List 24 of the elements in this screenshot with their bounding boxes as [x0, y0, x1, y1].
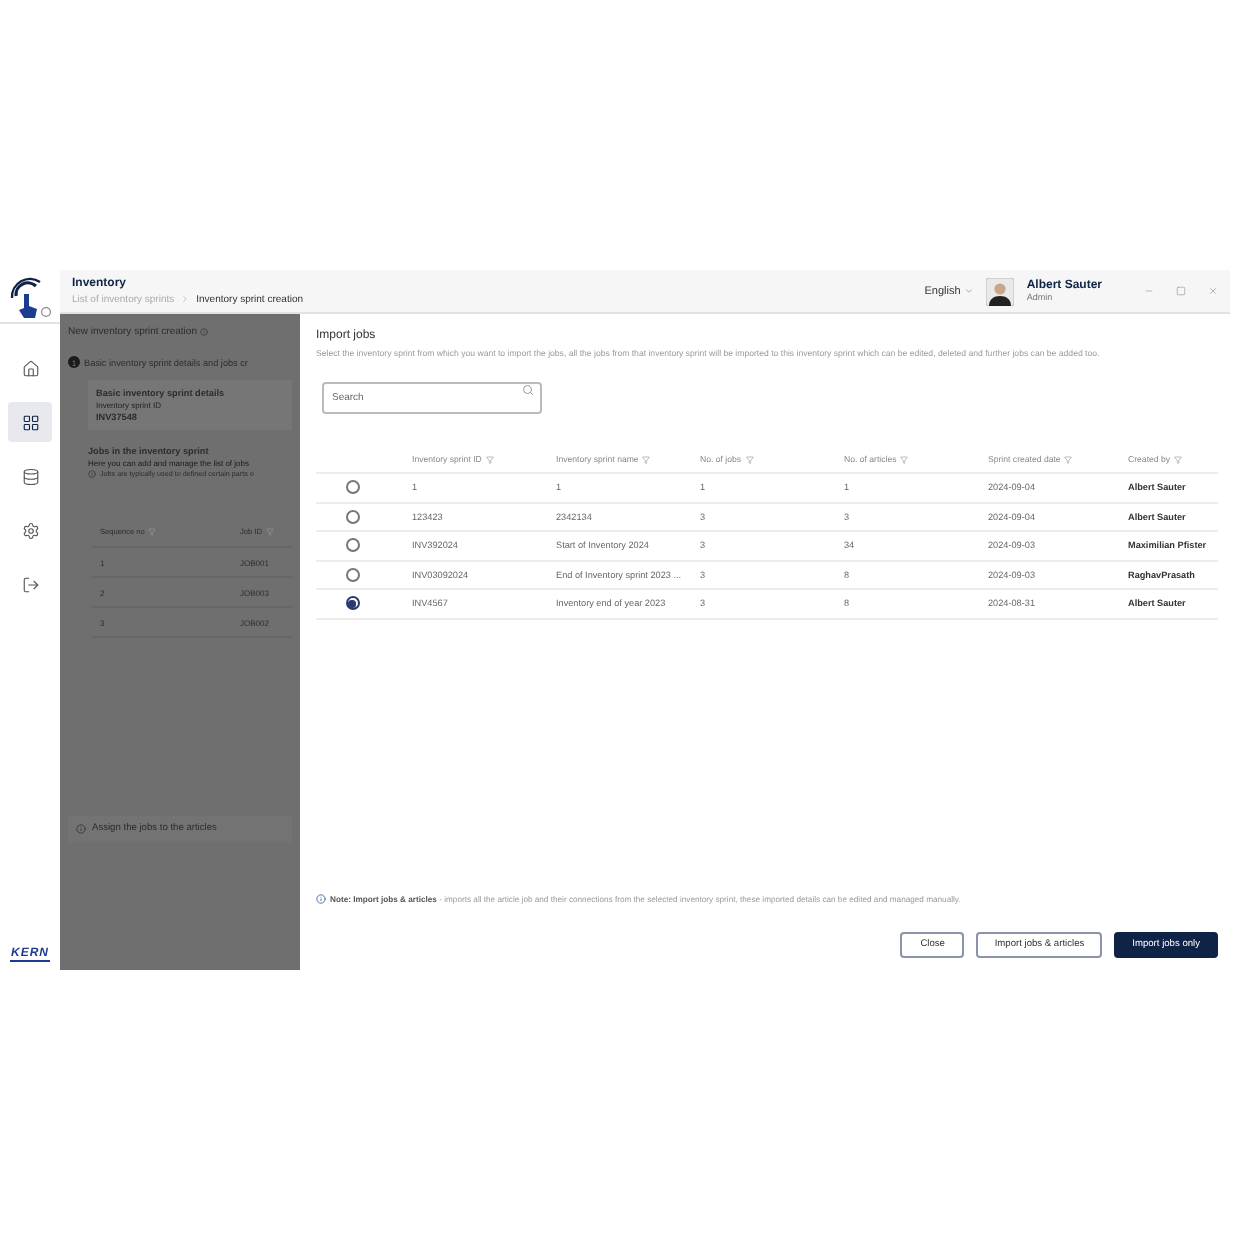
database-icon — [21, 467, 39, 485]
chevron-icon — [180, 294, 191, 304]
radio-button[interactable] — [345, 538, 359, 553]
radio-button[interactable] — [345, 480, 359, 495]
filter-icon — [900, 455, 909, 463]
info-icon — [316, 894, 326, 904]
radio-button[interactable] — [345, 596, 359, 611]
filter-icon — [642, 455, 651, 463]
filter-icon — [485, 455, 494, 463]
filter-icon — [1064, 455, 1073, 463]
radio-button[interactable] — [345, 509, 359, 524]
step-icon — [76, 824, 86, 834]
sidebar-item[interactable] — [8, 402, 52, 442]
filter-icon — [1174, 455, 1183, 463]
exit-icon — [21, 575, 39, 593]
hand-logo-icon — [8, 274, 52, 318]
chevron-icon — [964, 286, 975, 296]
filter-icon — [745, 455, 754, 463]
settings-icon — [21, 521, 39, 539]
home-icon — [21, 359, 39, 377]
radio-button[interactable] — [345, 567, 359, 582]
avatar-icon — [986, 277, 1015, 305]
grid-icon — [21, 413, 39, 431]
search-icon — [522, 384, 534, 396]
